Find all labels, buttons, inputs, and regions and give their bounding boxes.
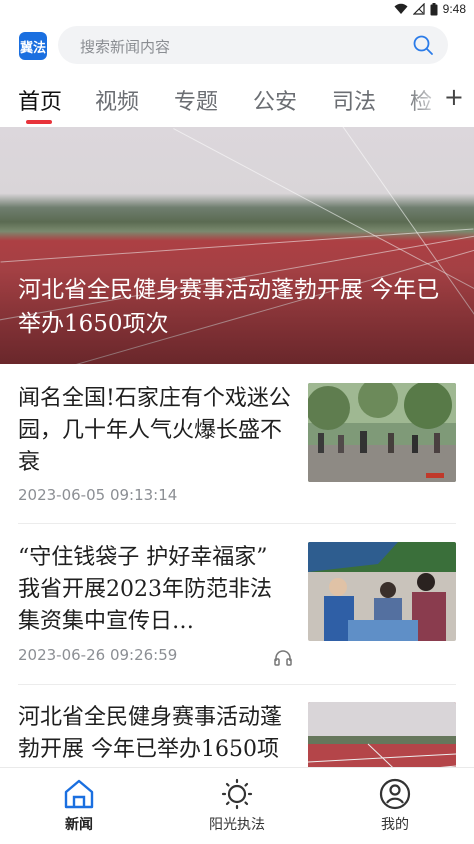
tab-home[interactable]: 首页 <box>18 84 62 116</box>
signal-off-icon <box>412 3 425 15</box>
nav-profile[interactable]: 我的 <box>345 778 445 834</box>
nav-profile-label: 我的 <box>381 817 409 833</box>
search-placeholder: 搜索新闻内容 <box>80 38 171 56</box>
article-date: 2023-06-26 09:26:59 <box>18 646 178 664</box>
tab-video[interactable]: 视频 <box>95 84 139 116</box>
divider <box>18 523 456 524</box>
category-tabs: 首页 视频 专题 公安 司法 检 + <box>0 80 474 126</box>
header: 冀法 搜索新闻内容 <box>0 22 474 70</box>
status-bar: 9:48 <box>0 0 474 22</box>
article-thumbnail <box>308 702 456 772</box>
user-icon <box>379 778 411 810</box>
active-tab-indicator <box>26 120 52 124</box>
list-item[interactable]: “守住钱袋子 护好幸福家” 我省开展2023年防范非法集资集中宣传日… 2023… <box>0 542 474 682</box>
nav-sunshine-label: 阳光执法 <box>209 817 265 833</box>
search-icon[interactable] <box>412 34 434 56</box>
article-title: “守住钱袋子 护好幸福家” 我省开展2023年防范非法集资集中宣传日… <box>18 545 272 634</box>
nav-news-label: 新闻 <box>65 817 93 833</box>
battery-icon <box>430 2 438 15</box>
home-icon <box>64 779 94 809</box>
article-title: 河北省全民健身赛事活动蓬勃开展 今年已举办1650项次 <box>18 705 283 772</box>
article-thumbnail <box>308 383 456 482</box>
tab-police[interactable]: 公安 <box>253 84 297 116</box>
sun-icon <box>221 778 253 810</box>
article-date: 2023-06-05 09:13:14 <box>18 486 178 504</box>
search-input[interactable]: 搜索新闻内容 <box>58 26 448 64</box>
app-logo[interactable]: 冀法 <box>19 32 47 60</box>
tab-judicial[interactable]: 司法 <box>332 84 376 116</box>
divider <box>18 684 456 685</box>
add-tab-button[interactable]: + <box>444 83 464 111</box>
hero-title: 河北省全民健身赛事活动蓬勃开展 今年已举办1650项次 <box>18 277 440 337</box>
nav-sunshine[interactable]: 阳光执法 <box>187 778 287 834</box>
bottom-navigation: 新闻 阳光执法 我的 <box>0 767 474 844</box>
article-title: 闻名全国!石家庄有个戏迷公园，几十年人气火爆长盛不衰 <box>18 386 291 475</box>
status-time: 9:48 <box>442 2 466 16</box>
list-item[interactable]: 闻名全国!石家庄有个戏迷公园，几十年人气火爆长盛不衰 2023-06-05 09… <box>0 383 474 523</box>
article-thumbnail <box>308 542 456 641</box>
tab-topics[interactable]: 专题 <box>174 84 218 116</box>
wifi-icon <box>394 3 408 14</box>
headphones-icon[interactable] <box>273 648 293 666</box>
nav-news[interactable]: 新闻 <box>29 778 129 834</box>
hero-banner[interactable]: 河北省全民健身赛事活动蓬勃开展 今年已举办1650项次 <box>0 127 474 364</box>
list-item[interactable]: 河北省全民健身赛事活动蓬勃开展 今年已举办1650项次 <box>0 702 474 772</box>
